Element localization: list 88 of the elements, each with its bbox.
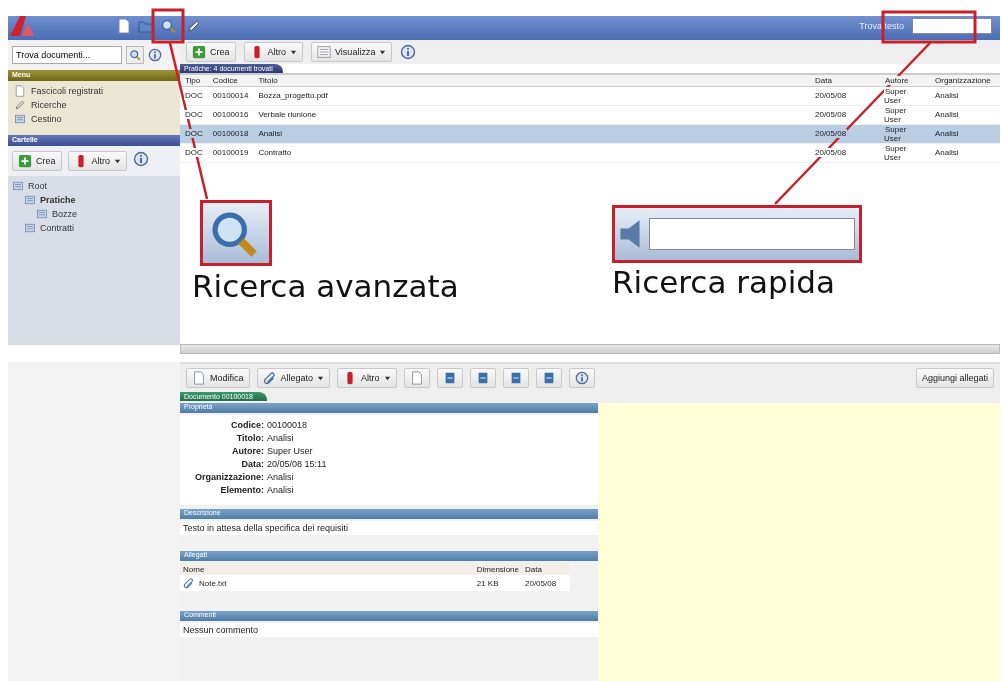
search-button[interactable] <box>126 46 144 64</box>
folder-icon <box>36 208 48 220</box>
icon-button[interactable] <box>436 368 463 388</box>
paperclip-icon <box>183 577 195 589</box>
folder-icon <box>24 222 36 234</box>
dropdown-button[interactable]: Allegato <box>256 368 331 388</box>
folder-icon <box>24 194 36 206</box>
column-header[interactable]: Nome <box>180 563 474 575</box>
table-cell: 21 KB <box>473 575 522 591</box>
table-row[interactable]: DOC 00100018 Analisi 20/05/08 Super User Analisi <box>180 124 1000 143</box>
info-icon <box>574 371 589 385</box>
caret-icon <box>317 374 325 382</box>
field-value: 00100018 <box>267 420 309 430</box>
column-header[interactable]: Titolo <box>253 74 810 86</box>
menu-item[interactable]: Cestino <box>14 113 174 125</box>
field-label: Autore: <box>231 446 264 456</box>
tree-item[interactable]: Root <box>12 179 47 193</box>
folder-icon <box>12 180 24 192</box>
folder-icon <box>14 113 26 125</box>
menu-item[interactable]: Fascicoli registrati <box>14 85 174 97</box>
column-header[interactable]: Dimensione <box>473 563 522 575</box>
menu-item[interactable]: Ricerche <box>14 99 174 111</box>
column-header[interactable]: Autore <box>880 74 930 86</box>
callout-label: Ricerca avanzata <box>192 268 459 304</box>
comments-text: Nessun commento <box>180 623 598 637</box>
field-label: Elemento: <box>219 485 264 495</box>
dropdown-button[interactable]: Visualizza <box>311 42 393 62</box>
toolbar-button[interactable]: Crea <box>12 151 62 171</box>
document-icon <box>409 371 424 385</box>
field-value: 20/05/08 15:11 <box>267 459 328 469</box>
field-value: Analisi <box>267 485 295 495</box>
icon-button[interactable] <box>502 368 529 388</box>
callout-label: Ricerca rapida <box>612 264 835 300</box>
field-value: Analisi <box>267 433 295 443</box>
document-icon[interactable] <box>116 18 132 34</box>
field-value: Super User <box>267 446 314 456</box>
column-header[interactable]: Data <box>522 563 570 575</box>
table-row[interactable]: DOC 00100019 Contratto 20/05/08 Super User Analisi <box>180 143 1000 162</box>
column-header[interactable]: Organizzazione <box>930 74 1000 86</box>
plus-icon <box>18 154 32 168</box>
table-row[interactable]: DOC 00100014 Bozza_progetto.pdf 20/05/08 Super User Analisi <box>180 86 1000 105</box>
scrollbar[interactable] <box>180 344 1000 354</box>
field-label: Organizzazione: <box>194 472 264 482</box>
field-label: Data: <box>240 459 264 469</box>
info-icon[interactable] <box>400 44 417 60</box>
icon-button[interactable] <box>403 368 430 388</box>
search-field[interactable] <box>912 18 992 34</box>
caret-icon <box>114 157 122 165</box>
tree-item[interactable]: Bozze <box>36 207 77 221</box>
column-header[interactable]: Codice <box>207 74 254 86</box>
search-icon <box>129 49 141 61</box>
table-row[interactable]: DOC 00100016 Verbale riunione 20/05/08 Super User Analisi <box>180 105 1000 124</box>
search-icon[interactable] <box>160 18 176 34</box>
caret-icon <box>383 374 391 382</box>
plus-icon <box>192 45 206 59</box>
add-attachment-button[interactable]: Aggiungi allegati <box>915 368 994 388</box>
icon-button[interactable] <box>469 368 496 388</box>
file-name[interactable]: Note.txt <box>199 578 227 588</box>
icon-button[interactable] <box>535 368 562 388</box>
toolbar-button[interactable]: Modifica <box>186 368 250 388</box>
paperclip-icon <box>262 371 277 385</box>
pencil-icon <box>14 99 26 111</box>
field-label: Titolo: <box>235 433 264 443</box>
icon-button[interactable] <box>568 368 595 388</box>
list-icon <box>317 45 332 59</box>
caret-icon <box>379 48 387 56</box>
tree-item[interactable]: Pratiche <box>24 193 76 207</box>
speaker-icon <box>619 219 641 249</box>
field-label: Codice: <box>230 420 264 430</box>
table-cell: 20/05/08 <box>522 575 570 591</box>
field-value: Analisi <box>267 472 295 482</box>
caret-icon <box>290 48 298 56</box>
column-header[interactable]: Tipo <box>180 74 208 86</box>
description-text: Testo in attesa della specifica dei requisiti <box>180 521 598 535</box>
dropdown-button[interactable]: Altro <box>243 42 304 62</box>
dropdown-button[interactable]: Altro <box>337 368 397 388</box>
search-label: Trova testo <box>859 21 904 31</box>
info-icon[interactable] <box>148 48 162 62</box>
document-icon <box>14 85 26 97</box>
pencil-icon[interactable] <box>186 18 202 34</box>
toolbar-button[interactable]: Crea <box>186 42 236 62</box>
search-field[interactable]: Trova documenti... <box>12 46 122 64</box>
highlight-frame <box>151 8 185 44</box>
column-header[interactable]: Data <box>810 74 880 86</box>
dropdown-button[interactable]: Altro <box>67 151 128 171</box>
tree-item[interactable]: Contratti <box>24 221 74 235</box>
document-icon <box>192 371 206 385</box>
info-icon[interactable] <box>133 151 150 167</box>
